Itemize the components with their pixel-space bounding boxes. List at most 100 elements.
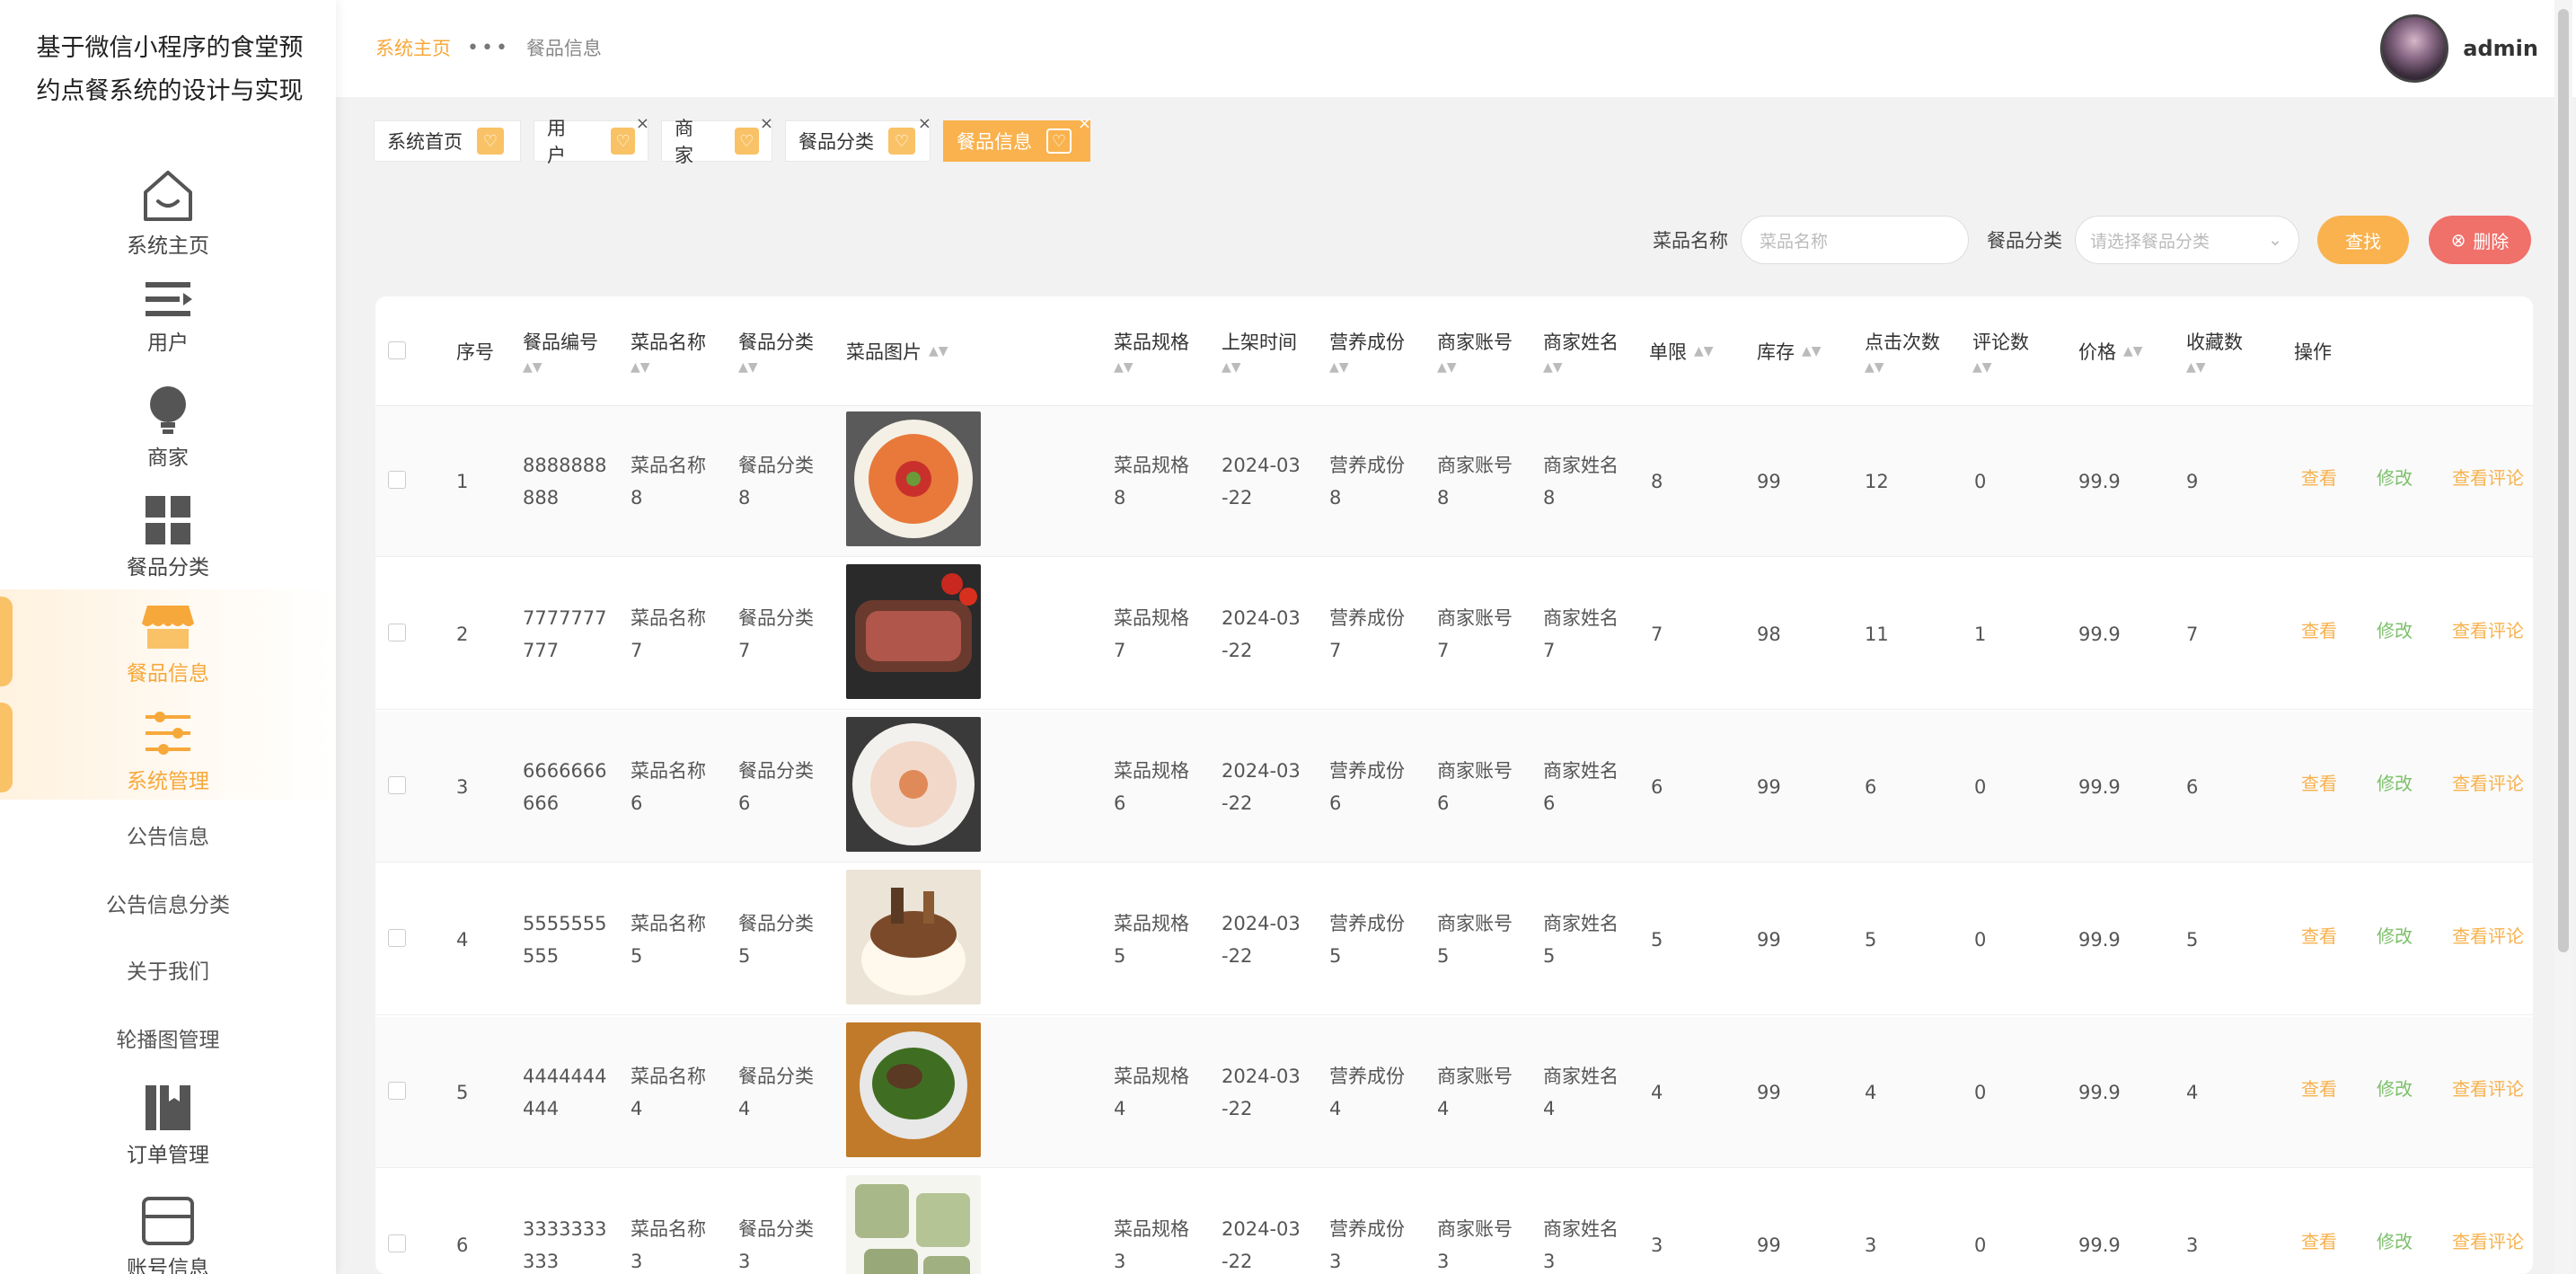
view-comments-button[interactable]: 查看评论	[2452, 922, 2524, 948]
cell-listed-time: 2024-03 -22	[1222, 1218, 1301, 1272]
user-menu[interactable]: admin	[2380, 14, 2538, 83]
sort-icon[interactable]: ▲▼	[1437, 360, 1513, 375]
breadcrumb-home[interactable]: 系统主页	[375, 34, 451, 61]
tab-users[interactable]: 用户 ♡ ×	[534, 114, 649, 166]
edit-button[interactable]: 修改	[2377, 616, 2413, 642]
col-listed-time[interactable]: 上架时间 ▲▼	[1222, 296, 1297, 406]
edit-button[interactable]: 修改	[2377, 769, 2413, 795]
sidebar-subitem-notice[interactable]: 公告信息	[0, 819, 336, 850]
sidebar-subitem-notice-category[interactable]: 公告信息分类	[0, 888, 336, 918]
col-merchant-account[interactable]: 商家账号 ▲▼	[1437, 296, 1513, 406]
sort-icon[interactable]: ▲▼	[738, 360, 814, 375]
row-checkbox[interactable]	[388, 776, 406, 794]
sort-icon[interactable]: ▲▼	[1694, 344, 1714, 358]
view-comments-button[interactable]: 查看评论	[2452, 464, 2524, 490]
view-button[interactable]: 查看	[2301, 464, 2337, 490]
cell-comments: 1	[1974, 624, 1987, 645]
row-checkbox[interactable]	[388, 929, 406, 947]
row-checkbox[interactable]	[388, 1234, 406, 1252]
col-image[interactable]: 菜品图片 ▲▼	[846, 296, 948, 406]
col-favorites[interactable]: 收藏数 ▲▼	[2186, 296, 2243, 406]
tab-dish-info[interactable]: 餐品信息 ♡ ×	[943, 114, 1091, 162]
sidebar-item-merchants[interactable]: 商家	[0, 385, 336, 471]
tab-categories[interactable]: 餐品分类 ♡ ×	[785, 114, 931, 162]
view-button[interactable]: 查看	[2301, 1227, 2337, 1253]
sort-icon[interactable]: ▲▼	[523, 360, 598, 375]
dish-image[interactable]	[846, 1022, 981, 1157]
col-price[interactable]: 价格 ▲▼	[2078, 296, 2143, 406]
sort-icon[interactable]: ▲▼	[1802, 344, 1822, 358]
col-clicks[interactable]: 点击次数 ▲▼	[1865, 296, 1940, 406]
dish-image[interactable]	[846, 411, 981, 546]
sort-icon[interactable]: ▲▼	[1972, 360, 2029, 375]
col-name[interactable]: 菜品名称 ▲▼	[631, 296, 706, 406]
sidebar-item-users[interactable]: 用户	[0, 277, 336, 356]
row-checkbox[interactable]	[388, 1082, 406, 1100]
sidebar-subitem-carousel[interactable]: 轮播图管理	[0, 1022, 336, 1053]
view-button[interactable]: 查看	[2301, 769, 2337, 795]
close-icon[interactable]: ×	[760, 114, 773, 133]
sidebar-item-orders[interactable]: 订单管理	[0, 1082, 336, 1168]
view-comments-button[interactable]: 查看评论	[2452, 1075, 2524, 1101]
cell-stock: 99	[1757, 1234, 1781, 1256]
find-button[interactable]: 查找	[2317, 216, 2409, 264]
row-checkbox[interactable]	[388, 624, 406, 641]
delete-button[interactable]: ⊗ 删除	[2429, 216, 2531, 264]
username[interactable]: admin	[2463, 36, 2538, 61]
close-icon[interactable]: ×	[1078, 114, 1091, 133]
view-button[interactable]: 查看	[2301, 616, 2337, 642]
col-code[interactable]: 餐品编号 ▲▼	[523, 296, 598, 406]
sidebar-item-dish-info[interactable]: 餐品信息	[0, 589, 336, 697]
close-icon[interactable]: ×	[636, 114, 649, 133]
sort-icon[interactable]: ▲▼	[2186, 360, 2243, 375]
sidebar-item-system[interactable]: 系统管理	[0, 697, 336, 800]
col-merchant-name[interactable]: 商家姓名 ▲▼	[1543, 296, 1619, 406]
tab-home[interactable]: 系统首页 ♡	[374, 120, 521, 162]
table-row: 2 7777777 777 菜品名称 7 餐品分类 7 菜品规格 7 2024-…	[375, 559, 2533, 710]
heart-icon: ♡	[734, 128, 759, 155]
edit-button[interactable]: 修改	[2377, 922, 2413, 948]
category-select[interactable]: 请选择餐品分类 ⌄	[2075, 216, 2299, 264]
col-comments[interactable]: 评论数 ▲▼	[1972, 296, 2029, 406]
sort-icon[interactable]: ▲▼	[1543, 360, 1619, 375]
sort-icon[interactable]: ▲▼	[631, 360, 706, 375]
view-comments-button[interactable]: 查看评论	[2452, 769, 2524, 795]
dish-name-input[interactable]: 菜品名称	[1741, 216, 1969, 264]
view-button[interactable]: 查看	[2301, 922, 2337, 948]
sidebar-item-categories[interactable]: 餐品分类	[0, 494, 336, 580]
sort-icon[interactable]: ▲▼	[1222, 360, 1297, 375]
edit-button[interactable]: 修改	[2377, 1227, 2413, 1253]
view-comments-button[interactable]: 查看评论	[2452, 1227, 2524, 1253]
col-spec[interactable]: 菜品规格 ▲▼	[1114, 296, 1189, 406]
dish-image[interactable]	[846, 870, 981, 1004]
col-limit[interactable]: 单限 ▲▼	[1649, 296, 1714, 406]
dish-image[interactable]	[846, 1175, 981, 1274]
dish-image[interactable]	[846, 717, 981, 852]
avatar[interactable]	[2380, 14, 2449, 83]
dish-image[interactable]	[846, 564, 981, 699]
sort-icon[interactable]: ▲▼	[929, 344, 948, 358]
col-category[interactable]: 餐品分类 ▲▼	[738, 296, 814, 406]
scrollbar[interactable]	[2554, 0, 2572, 1274]
tab-merchants[interactable]: 商家 ♡ ×	[661, 114, 773, 166]
sidebar-item-home[interactable]: 系统主页	[0, 165, 336, 259]
view-button[interactable]: 查看	[2301, 1075, 2337, 1101]
sort-icon[interactable]: ▲▼	[1329, 360, 1405, 375]
col-nutrition[interactable]: 营养成份 ▲▼	[1329, 296, 1405, 406]
row-checkbox[interactable]	[388, 471, 406, 489]
scrollbar-thumb[interactable]	[2558, 9, 2569, 952]
edit-button[interactable]: 修改	[2377, 1075, 2413, 1101]
cell-merchant-name: 商家姓名 5	[1543, 913, 1619, 967]
close-icon[interactable]: ×	[918, 114, 931, 133]
sidebar-item-account[interactable]: 账号信息	[0, 1195, 336, 1274]
edit-button[interactable]: 修改	[2377, 464, 2413, 490]
sidebar-subitem-about[interactable]: 关于我们	[0, 954, 336, 985]
view-comments-button[interactable]: 查看评论	[2452, 616, 2524, 642]
sort-icon[interactable]: ▲▼	[1114, 360, 1189, 375]
sort-icon[interactable]: ▲▼	[1865, 360, 1940, 375]
col-stock[interactable]: 库存 ▲▼	[1757, 296, 1822, 406]
select-all-checkbox[interactable]	[388, 341, 406, 359]
shop-icon	[142, 606, 194, 649]
list-icon	[146, 282, 192, 316]
sort-icon[interactable]: ▲▼	[2123, 344, 2143, 358]
